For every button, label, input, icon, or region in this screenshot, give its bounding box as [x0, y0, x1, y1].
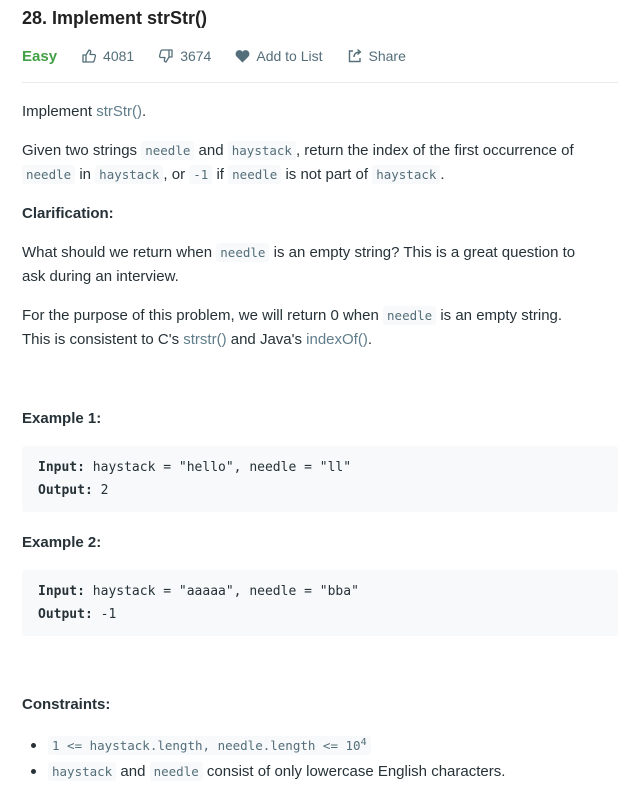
clarification-paragraph: What should we return when needle is an …: [22, 241, 575, 289]
input-value: haystack = "hello", needle = "ll": [84, 460, 352, 475]
code-haystack: haystack: [372, 165, 441, 184]
problem-title: 28. Implement strStr(): [22, 8, 208, 28]
desc-text: if: [212, 166, 229, 183]
constraint-length: 1 <= haystack.length, needle.length <= 1…: [48, 736, 371, 755]
constraint-text: consist of only lowercase English charac…: [202, 763, 506, 780]
purpose-text: For the purpose of this problem, we will…: [22, 307, 384, 324]
constraint-length-text: 1 <= haystack.length, needle.length <= 1…: [52, 738, 361, 753]
constraint-item: 1 <= haystack.length, needle.length <= 1…: [48, 732, 618, 758]
constraints-heading: Constraints:: [22, 696, 111, 713]
indexof-link[interactable]: indexOf(): [306, 331, 368, 348]
input-label: Input:: [38, 460, 85, 475]
divider: [22, 82, 618, 83]
code-needle: needle: [383, 306, 437, 325]
strstr-link[interactable]: strStr(): [96, 103, 142, 120]
thumbs-down-icon: [159, 49, 173, 63]
like-button[interactable]: 4081: [81, 48, 134, 64]
desc-text: .: [440, 166, 445, 183]
constraint-item: haystack and needle consist of only lowe…: [48, 758, 618, 784]
intro-paragraph: Implement strStr().: [22, 100, 146, 124]
constraint-text: and: [116, 763, 150, 780]
output-value: -1: [92, 607, 117, 622]
purpose-paragraph: For the purpose of this problem, we will…: [22, 304, 562, 352]
code-needle: needle: [228, 165, 282, 184]
code-haystack: haystack: [95, 165, 164, 184]
problem-meta-bar: Easy 4081 3674 Add to List Share: [22, 45, 430, 67]
code-haystack: haystack: [227, 141, 296, 160]
strstr-c-link[interactable]: strstr(): [183, 331, 226, 348]
desc-text: , or: [163, 166, 190, 183]
add-to-list-label: Add to List: [256, 48, 323, 64]
thumbs-up-icon: [82, 49, 97, 63]
code-needle: needle: [22, 165, 76, 184]
add-to-list-button[interactable]: Add to List: [235, 48, 323, 64]
purpose-text: is an empty string.: [436, 307, 563, 324]
example-1-block: Input: haystack = "hello", needle = "ll"…: [22, 446, 618, 512]
difficulty-badge: Easy: [22, 47, 58, 65]
code-minus-one: -1: [189, 165, 213, 184]
desc-text: Given two strings: [22, 142, 142, 159]
dislike-count: 3674: [180, 48, 212, 64]
share-button[interactable]: Share: [347, 48, 406, 64]
description-paragraph: Given two strings needle and haystack, r…: [22, 139, 574, 187]
example-1-heading: Example 1:: [22, 410, 102, 427]
desc-text: in: [75, 166, 96, 183]
purpose-text: and Java's: [226, 331, 307, 348]
output-label: Output:: [38, 483, 93, 498]
clar-text: What should we return when: [22, 244, 217, 261]
output-value: 2: [92, 483, 109, 498]
intro-period: .: [142, 103, 147, 120]
code-needle: needle: [149, 762, 203, 781]
desc-text: and: [194, 142, 228, 159]
clar-text: ask during an interview.: [22, 268, 179, 285]
heart-icon: [235, 50, 250, 63]
desc-text: is not part of: [281, 166, 373, 183]
code-needle: needle: [141, 141, 195, 160]
input-label: Input:: [38, 584, 85, 599]
purpose-text: This is consistent to C's: [22, 331, 184, 348]
constraint-exponent: 4: [360, 736, 367, 748]
code-needle: needle: [216, 243, 270, 262]
desc-text: , return the index of the first occurren…: [295, 142, 574, 159]
constraints-list: 1 <= haystack.length, needle.length <= 1…: [22, 732, 618, 784]
input-value: haystack = "aaaaa", needle = "bba": [84, 584, 359, 599]
clar-text: is an empty string? This is a great ques…: [269, 244, 576, 261]
example-2-block: Input: haystack = "aaaaa", needle = "bba…: [22, 570, 618, 636]
output-label: Output:: [38, 607, 93, 622]
dislike-button[interactable]: 3674: [158, 48, 211, 64]
code-haystack: haystack: [48, 762, 117, 781]
clarification-heading: Clarification:: [22, 205, 114, 222]
intro-text: Implement: [22, 103, 97, 120]
like-count: 4081: [103, 48, 135, 64]
purpose-text: .: [367, 331, 373, 348]
share-label: Share: [368, 48, 406, 64]
share-icon: [348, 48, 361, 63]
example-2-heading: Example 2:: [22, 534, 102, 551]
